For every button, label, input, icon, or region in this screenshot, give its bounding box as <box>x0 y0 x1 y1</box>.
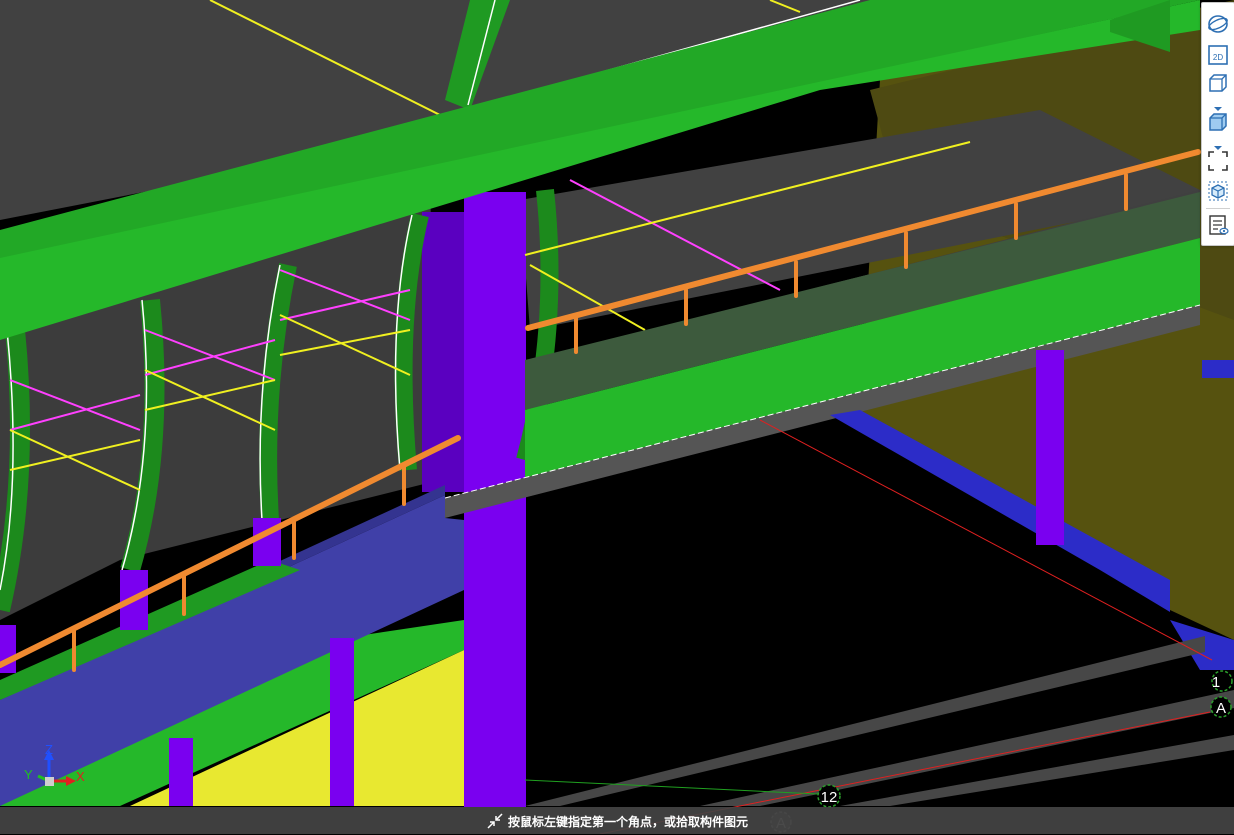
toolbar-divider <box>1206 208 1230 209</box>
grid-bubble-a-right: A <box>1210 696 1232 718</box>
status-message: 按鼠标左键指定第一个角点，或拾取构件图元 <box>508 814 749 829</box>
3d-box-icon[interactable] <box>1205 70 1231 96</box>
3d-model-viewport[interactable]: 12 1 A A Z X Y <box>0 0 1234 834</box>
svg-text:A: A <box>1216 700 1226 717</box>
purple-post-1 <box>169 738 193 806</box>
2d-view-icon[interactable]: 2D <box>1205 42 1231 68</box>
view-toolbar: 2D <box>1201 2 1234 246</box>
svg-text:2D: 2D <box>1213 53 1223 62</box>
zoom-extents-icon[interactable] <box>1205 148 1231 174</box>
collapse-arrows-icon[interactable] <box>486 812 504 830</box>
grid-bubble-1: 1 <box>1211 670 1233 692</box>
axis-label-x: X <box>76 769 85 784</box>
isometric-view-icon[interactable] <box>1205 178 1231 204</box>
shaded-box-icon[interactable] <box>1205 109 1231 135</box>
blue-small-block <box>1202 360 1234 378</box>
purple-post-2 <box>330 638 354 806</box>
properties-view-icon[interactable] <box>1205 212 1231 238</box>
axis-label-y: Y <box>24 767 33 782</box>
orbit-icon[interactable] <box>1205 11 1231 37</box>
purple-column-right <box>1036 350 1064 545</box>
3d-box-dropdown-icon[interactable] <box>1213 99 1223 111</box>
status-bar: 按鼠标左键指定第一个角点，或拾取构件图元 <box>0 807 1234 834</box>
grid-bubble-12: 12 <box>817 784 841 808</box>
svg-text:1: 1 <box>1212 674 1220 691</box>
shaded-box-dropdown-icon[interactable] <box>1213 138 1223 150</box>
axis-label-z: Z <box>45 742 53 757</box>
svg-text:12: 12 <box>821 789 838 806</box>
